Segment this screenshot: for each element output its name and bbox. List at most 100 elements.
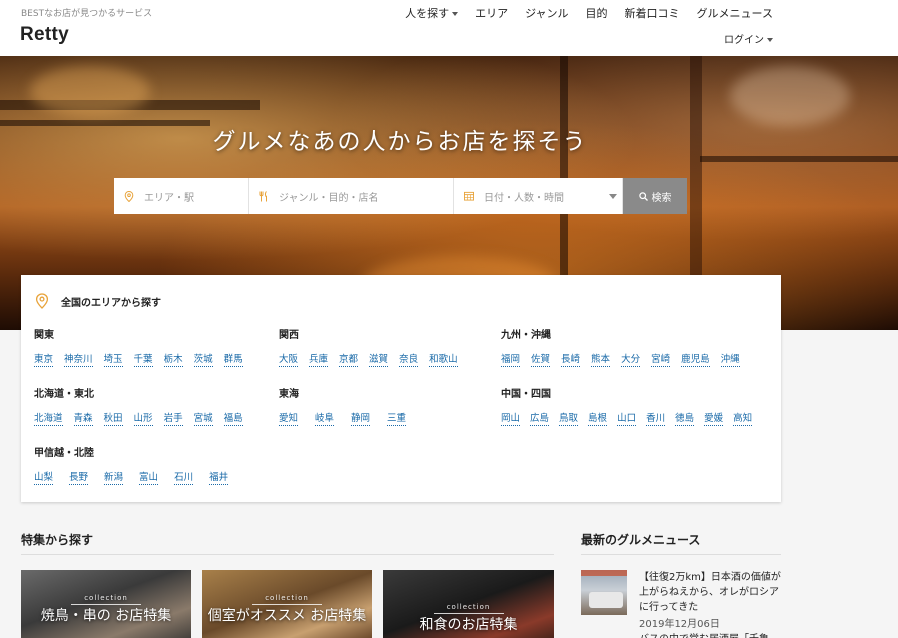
- news-thumb-car: [589, 592, 623, 608]
- feature-name: 個室がオススメ お店特集: [207, 608, 367, 624]
- pref-link[interactable]: 栃木: [163, 351, 183, 367]
- pref-link[interactable]: 京都: [339, 351, 359, 367]
- pref-link[interactable]: 岩手: [163, 410, 183, 426]
- feature-card-private-room[interactable]: collection 個室がオススメ お店特集: [202, 570, 372, 638]
- pref-link[interactable]: 岐阜: [315, 410, 335, 426]
- pref-link[interactable]: 大分: [621, 351, 641, 367]
- pref-link[interactable]: 新潟: [104, 469, 124, 485]
- pref-link[interactable]: 福井: [209, 469, 229, 485]
- top-nav: 人を探す エリア ジャンル 目的 新着口コミ グルメニュース: [388, 5, 773, 21]
- pref-link[interactable]: 山梨: [34, 469, 54, 485]
- pref-link[interactable]: 岡山: [501, 410, 521, 426]
- pref-link[interactable]: 静岡: [351, 410, 371, 426]
- feature-text: collection 焼鳥・串の お店特集: [21, 594, 191, 625]
- calendar-icon: [464, 191, 474, 201]
- pref-link[interactable]: 東京: [34, 351, 54, 367]
- nav-genre[interactable]: ジャンル: [525, 5, 568, 21]
- nav-new-reviews[interactable]: 新着口コミ: [625, 5, 680, 21]
- site-header: BESTなお店が見つかるサービス Retty 人を探す エリア ジャンル 目的 …: [0, 0, 898, 56]
- pref-link[interactable]: 山口: [617, 410, 637, 426]
- feature-collection-label: collection: [446, 603, 491, 611]
- hero-decor: [30, 66, 150, 116]
- pref-link[interactable]: 熊本: [591, 351, 611, 367]
- pref-link[interactable]: 和歌山: [429, 351, 458, 367]
- features-title: 特集から探す: [21, 533, 94, 547]
- region-chugoku-shikoku: 中国・四国 岡山 広島 鳥取 島根 山口 香川 徳島 愛媛 高知: [501, 385, 762, 426]
- pref-link[interactable]: 福島: [223, 410, 243, 426]
- pref-link[interactable]: 三重: [387, 410, 407, 426]
- pref-list: 東京 神奈川 埼玉 千葉 栃木 茨城 群馬: [34, 351, 254, 367]
- tagline: BESTなお店が見つかるサービス: [21, 9, 153, 19]
- pref-link[interactable]: 富山: [139, 469, 159, 485]
- region-name: 関西: [279, 330, 299, 341]
- news-headline[interactable]: バスの中で営む居酒屋「千亀: [639, 630, 781, 638]
- news-thumbnail[interactable]: [581, 570, 627, 615]
- region-koshinetsu-hokuriku: 甲信越・北陸 山梨 長野 新潟 富山 石川 福井: [34, 444, 244, 485]
- pref-link[interactable]: 長野: [69, 469, 89, 485]
- region-kyushu-okinawa: 九州・沖縄 福岡 佐賀 長崎 熊本 大分 宮崎 鹿児島 沖縄: [501, 326, 751, 367]
- pref-link[interactable]: 宮城: [193, 410, 213, 426]
- date-select[interactable]: 日付・人数・時間: [454, 178, 623, 214]
- genre-input[interactable]: ジャンル・目的・店名: [249, 178, 454, 214]
- search-button[interactable]: 検索: [623, 178, 687, 214]
- pref-link[interactable]: 愛知: [279, 410, 299, 426]
- pref-link[interactable]: 奈良: [399, 351, 419, 367]
- pref-link[interactable]: 福岡: [501, 351, 521, 367]
- pref-link[interactable]: 兵庫: [309, 351, 329, 367]
- divider: [252, 604, 322, 605]
- pref-link[interactable]: 茨城: [193, 351, 213, 367]
- pref-link[interactable]: 石川: [174, 469, 194, 485]
- chevron-down-icon: [767, 38, 773, 42]
- section-divider: [21, 554, 554, 555]
- pref-link[interactable]: 島根: [588, 410, 608, 426]
- region-name: 中国・四国: [501, 389, 551, 400]
- pref-link[interactable]: 香川: [646, 410, 666, 426]
- nav-purpose[interactable]: 目的: [586, 5, 608, 21]
- pref-link[interactable]: 鹿児島: [681, 351, 710, 367]
- pref-link[interactable]: 徳島: [675, 410, 695, 426]
- pref-link[interactable]: 北海道: [34, 410, 63, 426]
- pref-link[interactable]: 宮崎: [651, 351, 671, 367]
- news-thumb-sign: [581, 570, 627, 576]
- pref-link[interactable]: 青森: [73, 410, 93, 426]
- pref-list: 岡山 広島 鳥取 島根 山口 香川 徳島 愛媛 高知: [501, 410, 762, 426]
- pref-link[interactable]: 鳥取: [559, 410, 579, 426]
- location-pin-icon: [124, 190, 134, 202]
- feature-card-yakitori[interactable]: collection 焼鳥・串の お店特集: [21, 570, 191, 638]
- pref-link[interactable]: 埼玉: [103, 351, 123, 367]
- login-button[interactable]: ログイン: [724, 31, 773, 46]
- feature-name: 和食のお店特集: [419, 617, 518, 633]
- genre-placeholder: ジャンル・目的・店名: [279, 192, 379, 204]
- fork-knife-icon: [259, 190, 269, 201]
- pref-link[interactable]: 神奈川: [64, 351, 93, 367]
- pref-link[interactable]: 群馬: [223, 351, 243, 367]
- chevron-down-icon: [609, 194, 617, 199]
- section-divider: [581, 554, 781, 555]
- pref-list: 大阪 兵庫 京都 滋賀 奈良 和歌山: [279, 351, 469, 367]
- pref-link[interactable]: 愛媛: [704, 410, 724, 426]
- nav-area[interactable]: エリア: [475, 5, 508, 21]
- feature-card-washoku[interactable]: collection 和食のお店特集: [383, 570, 554, 638]
- retty-logo[interactable]: Retty: [20, 24, 69, 46]
- pref-link[interactable]: 高知: [733, 410, 753, 426]
- region-kansai: 関西 大阪 兵庫 京都 滋賀 奈良 和歌山: [279, 326, 469, 367]
- pref-link[interactable]: 広島: [530, 410, 550, 426]
- pref-link[interactable]: 千葉: [133, 351, 153, 367]
- pref-link[interactable]: 沖縄: [720, 351, 740, 367]
- area-input[interactable]: エリア・駅: [114, 178, 249, 214]
- pref-link[interactable]: 長崎: [561, 351, 581, 367]
- feature-text: collection 個室がオススメ お店特集: [202, 594, 372, 625]
- region-hokkaido-tohoku: 北海道・東北 北海道 青森 秋田 山形 岩手 宮城 福島: [34, 385, 254, 426]
- news-title: 最新のグルメニュース: [581, 533, 701, 547]
- pref-link[interactable]: 大阪: [279, 351, 299, 367]
- region-name: 関東: [34, 330, 54, 341]
- pref-link[interactable]: 秋田: [103, 410, 123, 426]
- pref-link[interactable]: 佐賀: [531, 351, 551, 367]
- nav-people[interactable]: 人を探す: [405, 5, 459, 21]
- page: BESTなお店が見つかるサービス Retty 人を探す エリア ジャンル 目的 …: [0, 0, 898, 638]
- pref-link[interactable]: 滋賀: [369, 351, 389, 367]
- news-headline[interactable]: 【往復2万km】日本酒の価値が上がらねえから、オレがロシアに行ってきた: [639, 570, 781, 615]
- pref-link[interactable]: 山形: [133, 410, 153, 426]
- region-name: 甲信越・北陸: [34, 448, 94, 459]
- nav-gourmet-news[interactable]: グルメニュース: [697, 5, 773, 21]
